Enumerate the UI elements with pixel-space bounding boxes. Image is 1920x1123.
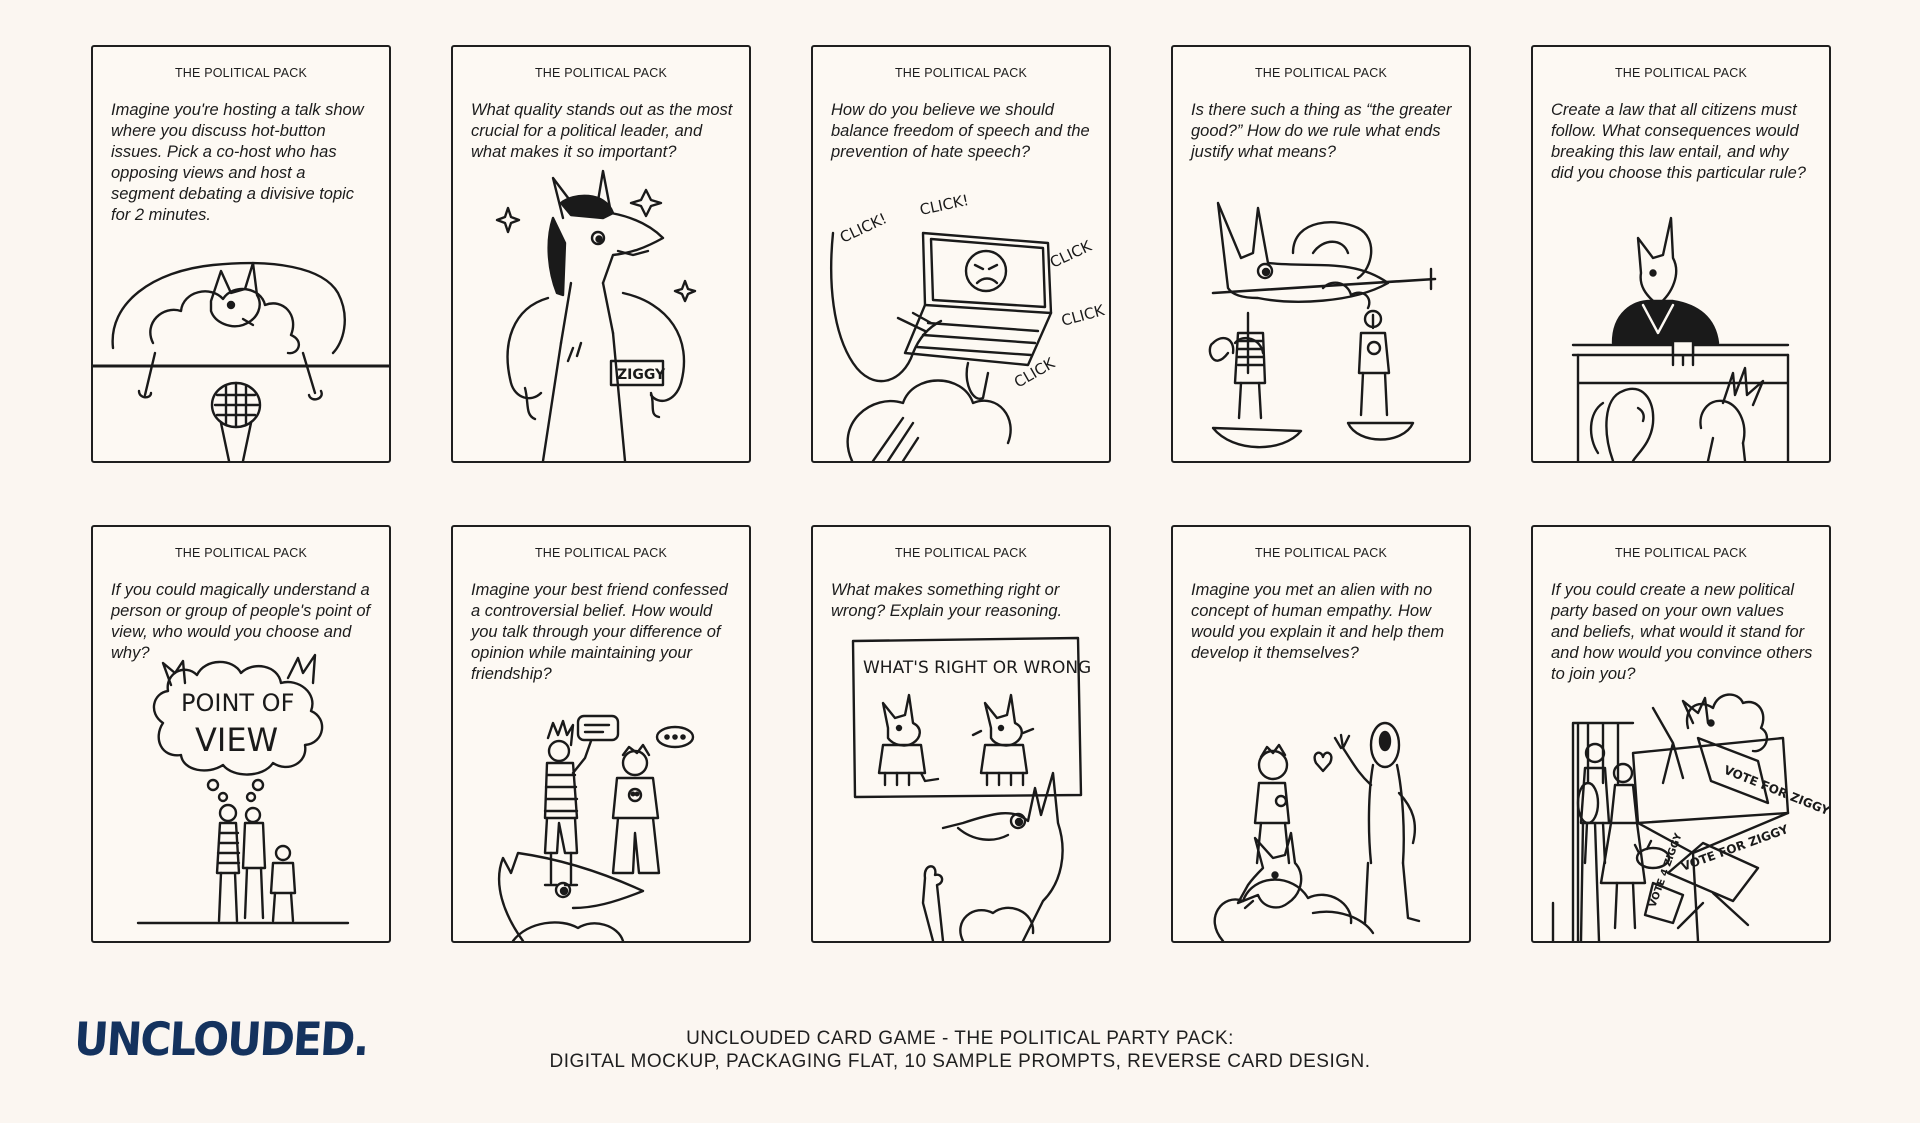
- fox-judge-illustration: [1571, 216, 1790, 461]
- card-2: THE POLITICAL PACK What quality stands o…: [451, 45, 751, 463]
- click-text: CLICK: [1011, 354, 1059, 392]
- right-or-wrong-board-illustration: WHAT'S RIGHT OR WRONG: [851, 636, 1091, 941]
- point-of-view-illustration: POINT OF VIEW: [136, 653, 350, 925]
- click-text: CLICK!: [918, 191, 970, 219]
- card-8: THE POLITICAL PACK What makes something …: [811, 525, 1111, 943]
- ziggy-badge-text: ZIGGY: [617, 367, 666, 383]
- card-10: THE POLITICAL PACK If you could create a…: [1531, 525, 1831, 943]
- unclouded-logo: UNCLOUDED.: [72, 1012, 370, 1066]
- click-text: CLICK!: [837, 209, 890, 246]
- caption: UNCLOUDED CARD GAME - THE POLITICAL PART…: [460, 1027, 1460, 1073]
- vote-sign-text: VOTE 4 ZIGGY: [1647, 831, 1684, 909]
- friends-talking-illustration: [497, 714, 695, 941]
- card-1: THE POLITICAL PACK Imagine you're hostin…: [91, 45, 391, 463]
- view-text: VIEW: [195, 721, 278, 759]
- point-of-text: POINT OF: [181, 689, 294, 717]
- card-4: THE POLITICAL PACK Is there such a thing…: [1171, 45, 1471, 463]
- card-6: THE POLITICAL PACK If you could magicall…: [91, 525, 391, 943]
- fox-laptop-illustration: CLICK! CLICK! CLICK CLICK CLICK: [830, 191, 1107, 461]
- card-5: THE POLITICAL PACK Create a law that all…: [1531, 45, 1831, 463]
- vote-rally-illustration: VOTE FOR ZIGGY VOTE FOR ZIGGY VOTE 4 ZIG…: [1551, 693, 1829, 941]
- fox-balance-scale-illustration: [1208, 201, 1437, 449]
- caption-line-2: DIGITAL MOCKUP, PACKAGING FLAT, 10 SAMPL…: [549, 1051, 1371, 1072]
- card-7: THE POLITICAL PACK Imagine your best fri…: [451, 525, 751, 943]
- caption-line-1: UNCLOUDED CARD GAME - THE POLITICAL PART…: [686, 1028, 1234, 1049]
- click-text: CLICK: [1047, 236, 1095, 271]
- card-9: THE POLITICAL PACK Imagine you met an al…: [1171, 525, 1471, 943]
- click-text: CLICK: [1059, 301, 1107, 330]
- fox-politician-illustration: ZIGGY: [495, 169, 697, 461]
- card-3: THE POLITICAL PACK How do you believe we…: [811, 45, 1111, 463]
- alien-meets-human-illustration: [1213, 721, 1421, 941]
- board-text: WHAT'S RIGHT OR WRONG: [863, 658, 1091, 678]
- fox-talk-show-illustration: [93, 261, 389, 461]
